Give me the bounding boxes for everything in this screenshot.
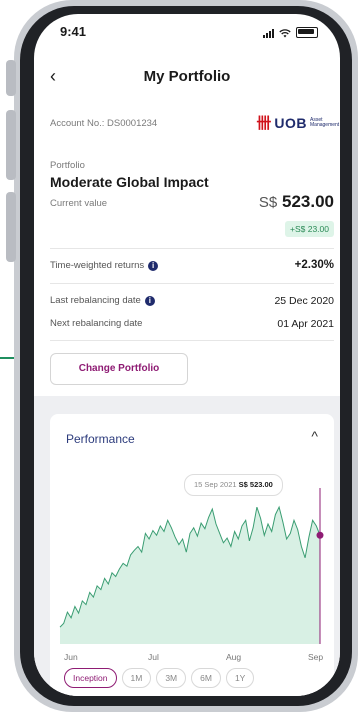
status-time: 9:41: [60, 24, 87, 39]
performance-chart[interactable]: [50, 488, 334, 648]
last-rebalancing-label: Last rebalancing date i: [50, 295, 155, 306]
battery-icon: [296, 27, 318, 38]
chart-tooltip: 15 Sep 2021 S$ 523.00: [184, 474, 283, 496]
range-tab-6m[interactable]: 6M: [191, 668, 221, 688]
divider: [50, 248, 334, 249]
next-rebalancing-label-text: Next rebalancing date: [50, 318, 143, 329]
portfolio-label: Portfolio: [50, 160, 85, 171]
phone-mute-switch: [6, 60, 16, 96]
uob-logo-text: UOB: [274, 114, 307, 131]
phone-screen: 9:41 ‹ My Portfolio Account No.: DS00012…: [34, 14, 340, 696]
next-rebalancing-label: Next rebalancing date: [50, 318, 142, 329]
twr-value: +2.30%: [294, 259, 334, 271]
twr-label: Time-weighted returns i: [50, 260, 159, 271]
status-icons: [263, 27, 318, 38]
phone-volume-up-button: [6, 110, 16, 180]
range-tabs: Inception 1M 3M 6M 1Y: [64, 668, 255, 688]
status-bar: 9:41: [34, 14, 340, 48]
signal-icon: [263, 29, 274, 38]
account-number: Account No.: DS0001234: [50, 118, 158, 129]
uob-logo-sub: Asset Management: [310, 116, 340, 128]
current-value-label: Current value: [50, 198, 108, 209]
range-tab-1m[interactable]: 1M: [121, 668, 152, 688]
portfolio-name: Moderate Global Impact: [50, 174, 209, 190]
x-tick-label: Jul: [148, 652, 159, 662]
tooltip-date: 15 Sep 2021: [194, 480, 237, 489]
x-tick-label: Aug: [226, 652, 242, 662]
range-tab-3m[interactable]: 3M: [156, 668, 187, 688]
uob-logo: 卌 UOB Asset Management: [256, 112, 340, 133]
current-value-change-badge: +S$ 23.00: [285, 221, 334, 237]
range-tab-inception[interactable]: Inception: [64, 668, 117, 688]
next-rebalancing-value: 01 Apr 2021: [277, 318, 334, 330]
current-value-amount: 523.00: [282, 192, 334, 211]
current-value-currency: S$: [258, 194, 278, 211]
twr-label-text: Time-weighted returns: [50, 260, 145, 271]
info-icon[interactable]: i: [144, 295, 155, 306]
current-value: S$ 523.00: [259, 192, 334, 212]
range-tab-1y[interactable]: 1Y: [225, 668, 255, 688]
last-rebalancing-value: 25 Dec 2020: [274, 295, 334, 307]
performance-card: Performance ^ 15 Sep 2021 S$ 523.00 Jun J…: [50, 414, 334, 696]
wifi-icon: [279, 29, 291, 38]
performance-title: Performance: [66, 432, 135, 446]
phone-volume-down-button: [6, 192, 16, 262]
page-title: My Portfolio: [143, 68, 231, 85]
chart-cursor-point[interactable]: [316, 531, 324, 539]
chart-x-axis: Jun Jul Aug Sep: [50, 652, 334, 666]
tooltip-value: S$ 523.00: [238, 480, 273, 489]
chart-area-fill: [60, 507, 320, 644]
x-tick-label: Jun: [64, 652, 78, 662]
x-tick-label: Sep: [308, 652, 324, 662]
nav-bar: ‹ My Portfolio: [34, 62, 340, 92]
divider: [50, 340, 334, 341]
divider: [50, 283, 334, 284]
last-rebalancing-label-text: Last rebalancing date: [50, 295, 141, 306]
info-icon[interactable]: i: [148, 260, 159, 271]
change-portfolio-button[interactable]: Change Portfolio: [50, 353, 188, 385]
uob-logo-mark: 卌: [256, 115, 272, 132]
chevron-up-icon[interactable]: ^: [311, 428, 318, 444]
